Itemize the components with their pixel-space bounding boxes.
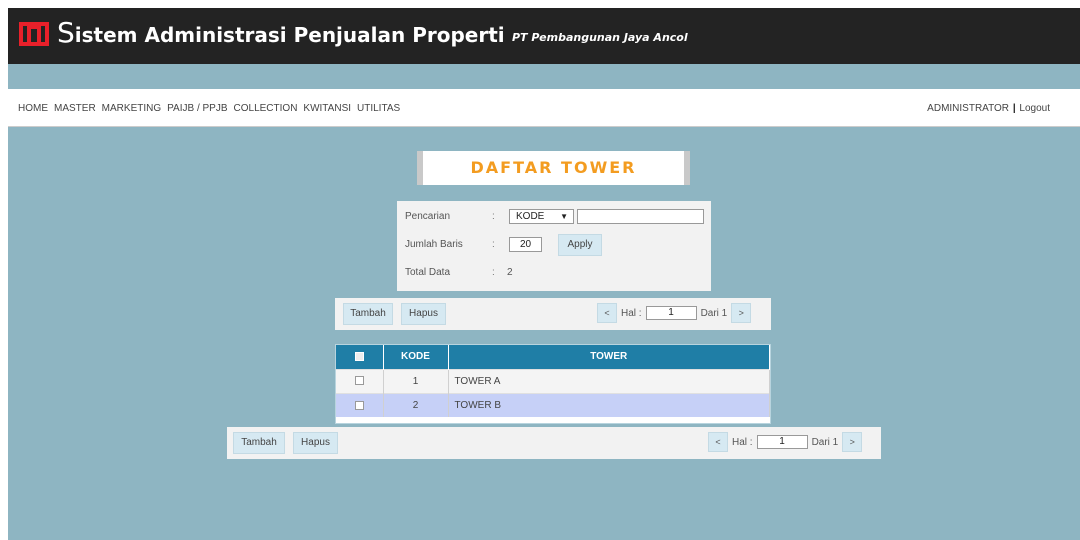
bottom-toolbar: Tambah Hapus < Hal : 1 Dari 1 > bbox=[227, 427, 881, 459]
apply-button[interactable]: Apply bbox=[558, 234, 602, 256]
colon: : bbox=[492, 211, 495, 222]
add-button[interactable]: Tambah bbox=[343, 303, 393, 325]
search-input[interactable] bbox=[577, 209, 704, 224]
header-bar: Sistem Administrasi Penjualan Properti P… bbox=[8, 8, 1080, 64]
tower-cell: TOWER B bbox=[448, 392, 770, 417]
pager: < Hal : 1 Dari 1 > bbox=[708, 432, 863, 452]
select-all-checkbox[interactable] bbox=[354, 352, 364, 362]
menu-home[interactable]: HOME bbox=[18, 103, 48, 114]
hal-label: Hal : bbox=[621, 307, 642, 319]
row-checkbox[interactable] bbox=[354, 400, 364, 410]
delete-button[interactable]: Hapus bbox=[401, 303, 446, 325]
kode-cell: 2 bbox=[383, 392, 449, 417]
kode-cell: 1 bbox=[383, 368, 449, 393]
navbar: HOME MASTER MARKETING PAIJB / PPJB COLLE… bbox=[8, 89, 1080, 127]
table-row[interactable]: 1 TOWER A bbox=[336, 368, 770, 393]
next-page-button[interactable]: > bbox=[842, 432, 863, 452]
colon: : bbox=[492, 267, 495, 278]
prev-page-button[interactable]: < bbox=[597, 303, 617, 323]
delete-button[interactable]: Hapus bbox=[293, 432, 338, 454]
user-separator: | bbox=[1012, 103, 1016, 114]
column-header-tower[interactable]: TOWER bbox=[448, 345, 770, 369]
pager: < Hal : 1 Dari 1 > bbox=[597, 303, 752, 323]
hal-label: Hal : bbox=[732, 436, 753, 448]
company-logo-icon bbox=[19, 22, 49, 46]
row-select-cell bbox=[336, 368, 384, 393]
dropdown-caret-icon: ▼ bbox=[560, 212, 568, 221]
page-input[interactable]: 1 bbox=[645, 306, 697, 320]
add-button[interactable]: Tambah bbox=[233, 432, 285, 454]
table-header-row: KODE TOWER bbox=[336, 345, 770, 369]
menu-collection[interactable]: COLLECTION bbox=[234, 103, 298, 114]
select-all-cell bbox=[336, 345, 384, 369]
company-name: PT Pembangunan Jaya Ancol bbox=[512, 31, 688, 44]
menu-marketing[interactable]: MARKETING bbox=[102, 103, 161, 114]
search-field-select[interactable]: KODE ▼ bbox=[509, 209, 574, 224]
select-value: KODE bbox=[516, 211, 545, 222]
rows-per-page-input[interactable]: 20 bbox=[509, 237, 542, 252]
user-name: ADMINISTRATOR bbox=[927, 103, 1010, 114]
next-page-button[interactable]: > bbox=[731, 303, 752, 323]
logout-link[interactable]: Logout bbox=[1019, 103, 1050, 114]
page-count-label: Dari 1 bbox=[811, 436, 839, 448]
tower-cell: TOWER A bbox=[448, 368, 770, 393]
top-toolbar: Tambah Hapus < Hal : 1 Dari 1 > bbox=[335, 298, 771, 330]
menu-utilitas[interactable]: UTILITAS bbox=[357, 103, 400, 114]
page-title: DAFTAR TOWER bbox=[470, 158, 637, 177]
jumlah-baris-label: Jumlah Baris bbox=[405, 239, 463, 250]
search-panel: Pencarian : KODE ▼ Jumlah Baris : 20 App… bbox=[397, 201, 711, 291]
menu-kwitansi[interactable]: KWITANSI bbox=[303, 103, 351, 114]
colon: : bbox=[492, 239, 495, 250]
table-row[interactable]: 2 TOWER B bbox=[336, 392, 770, 417]
page-background: Sistem Administrasi Penjualan Properti P… bbox=[8, 8, 1080, 540]
pencarian-label: Pencarian bbox=[405, 211, 451, 222]
total-data-label: Total Data bbox=[405, 267, 451, 278]
app-title: Sistem Administrasi Penjualan Properti bbox=[57, 16, 505, 49]
tower-table: KODE TOWER 1 TOWER A 2 TOWER B bbox=[335, 344, 771, 424]
prev-page-button[interactable]: < bbox=[708, 432, 728, 452]
page-count-label: Dari 1 bbox=[700, 307, 728, 319]
page-input[interactable]: 1 bbox=[756, 435, 808, 449]
main-menu: HOME MASTER MARKETING PAIJB / PPJB COLLE… bbox=[18, 103, 406, 114]
column-header-kode[interactable]: KODE bbox=[383, 345, 449, 369]
page-title-box: DAFTAR TOWER bbox=[417, 151, 690, 185]
total-data-value: 2 bbox=[507, 267, 513, 278]
row-checkbox[interactable] bbox=[354, 376, 364, 386]
user-area: ADMINISTRATOR | Logout bbox=[927, 103, 1050, 114]
row-select-cell bbox=[336, 392, 384, 417]
menu-master[interactable]: MASTER bbox=[54, 103, 96, 114]
menu-paijb-ppjb[interactable]: PAIJB / PPJB bbox=[167, 103, 227, 114]
